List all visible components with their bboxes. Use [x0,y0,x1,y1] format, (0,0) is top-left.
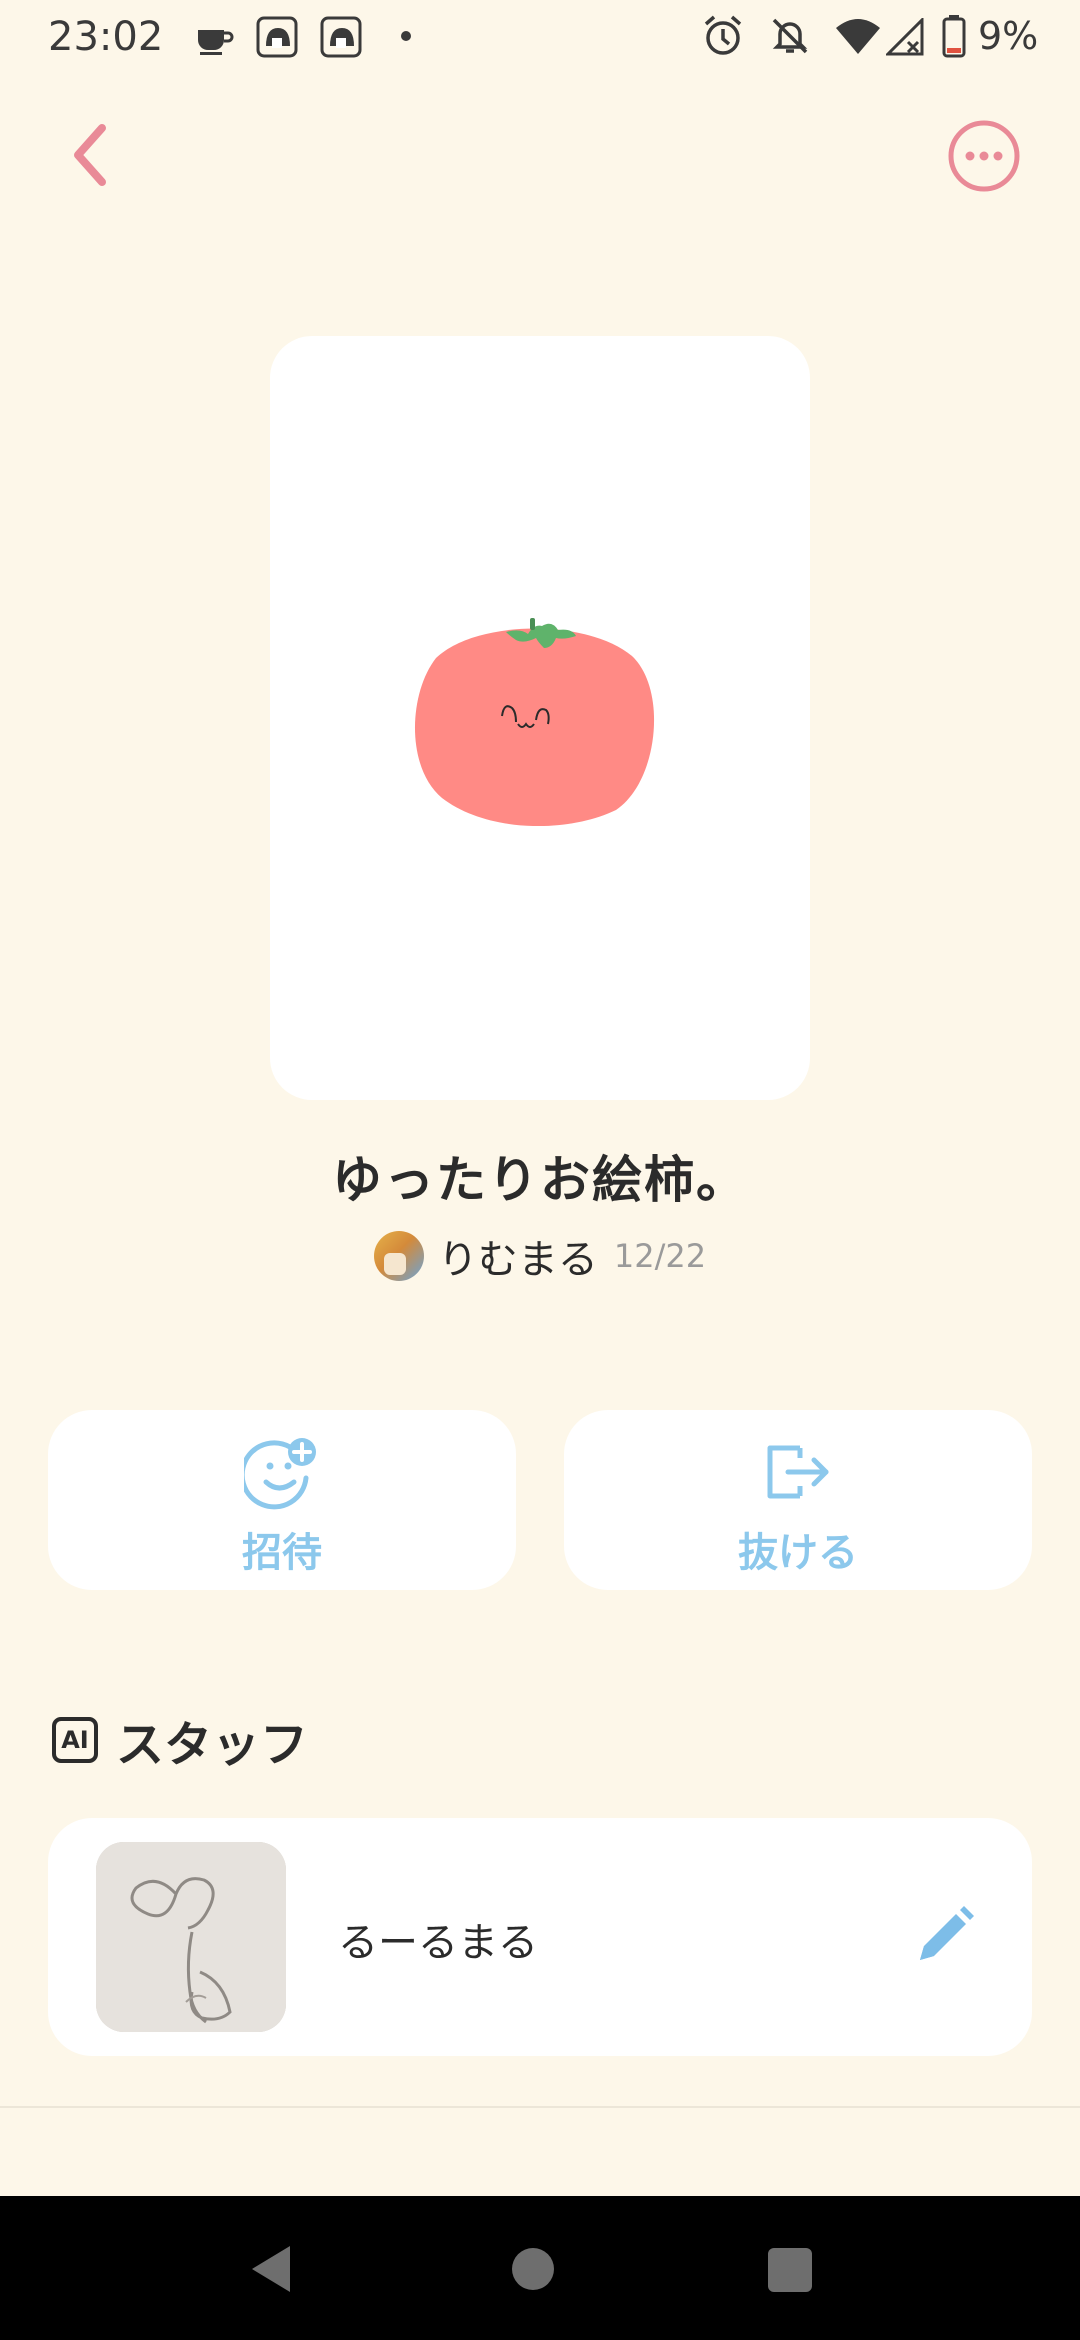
avatar-notification-icon [320,16,362,58]
owner-row[interactable]: りむまる 12/22 [0,1228,1080,1284]
edit-staff-button[interactable] [910,1900,980,1970]
more-options-button[interactable] [946,118,1022,194]
nav-recents-icon[interactable] [768,2248,812,2292]
exit-icon [767,1445,829,1499]
alarm-icon [704,15,742,55]
group-cover-image [270,336,810,1100]
staff-name: るーるまる [338,1920,538,1966]
system-navigation-bar [0,2196,1080,2340]
pencil-icon [920,1906,974,1960]
invite-button[interactable]: 招待 [48,1410,516,1590]
staff-section-title: スタッフ [116,1717,309,1773]
status-bar: 23:02 9% [0,0,1080,76]
back-button[interactable] [62,118,122,192]
dot-icon [401,31,411,41]
staff-avatar [96,1842,286,2032]
invite-user-icon [244,1438,316,1510]
leave-button[interactable]: 抜ける [564,1410,1032,1590]
staff-section-header: AI スタッフ [52,1710,308,1773]
no-signal-icon [886,18,924,56]
chevron-left-icon [74,124,106,186]
ai-badge-icon: AI [52,1717,98,1763]
persimmon-illustration [415,618,655,826]
status-time: 23:02 [48,14,164,60]
group-title: ゆったりお絵柿。 [332,1151,748,1209]
battery-icon [942,15,966,58]
coffee-icon [198,30,234,55]
staff-sketch-image [96,1842,286,2032]
mute-icon [772,18,808,54]
owner-avatar[interactable] [373,1231,424,1281]
more-horizontal-icon [948,120,1020,192]
battery-percent: 9% [978,14,1039,58]
staff-list-item[interactable]: るーるまる [48,1818,1032,2056]
nav-home-icon[interactable] [512,2248,554,2290]
avatar-notification-icon [256,16,298,58]
owner-name[interactable]: りむまる [438,1227,598,1285]
group-date: 12/22 [613,1237,707,1275]
invite-label: 招待 [242,1530,322,1576]
wifi-icon [836,19,880,54]
divider [0,2106,1080,2108]
leave-label: 抜ける [738,1530,858,1576]
nav-back-icon[interactable] [246,2242,296,2296]
